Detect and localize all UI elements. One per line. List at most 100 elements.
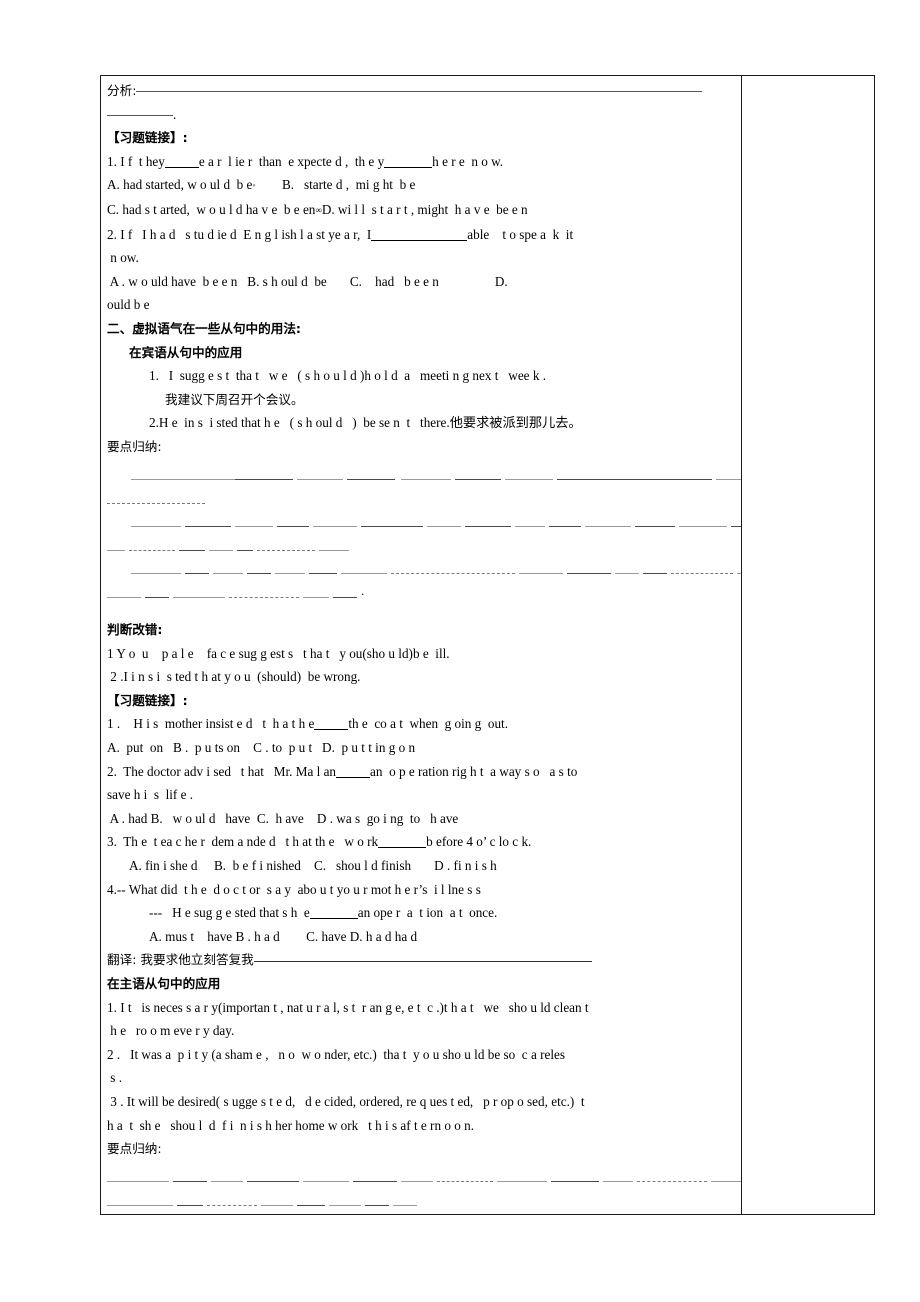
answer-rule-segment: [131, 479, 183, 481]
qb4-options-text[interactable]: A. mus t have B . h a d C. have D. h a d…: [149, 929, 417, 944]
section-3-example-3: 3 . It will be desired( s ugge s t e d, …: [107, 1090, 736, 1114]
qb2-options-text[interactable]: A . had B. w o ul d have C. h ave D . wa…: [110, 811, 459, 826]
answer-rule-segment: [319, 549, 349, 551]
q2-option-ab[interactable]: A . w o uld have b e e n B. s h oul d be: [110, 274, 327, 289]
analysis-period: .: [173, 106, 177, 122]
answer-rule-segment: [173, 597, 225, 599]
q1-stem-part-a: 1. I f t hey: [107, 153, 165, 169]
qb1-stem-part-a: 1 . H i s mother insist e d t h a t h e: [107, 716, 315, 732]
answer-rule-segment: [557, 479, 712, 481]
section-2-subheading: 在宾语从句中的应用: [107, 341, 736, 365]
section-2-summary-label: 要点归纳:: [107, 435, 736, 459]
q1-option-b[interactable]: B. starte d , mi g ht b e: [282, 177, 415, 192]
answer-rule-segment: [391, 573, 515, 575]
question-1-options-row-1: A. had started, w o ul d b e◦ B. starte …: [107, 173, 736, 198]
answer-rule-row[interactable]: .: [107, 578, 736, 602]
section-2-subheading-text: 在宾语从句中的应用: [129, 344, 243, 360]
q1-stem-part-c: h e r e n o w.: [432, 153, 504, 169]
q1-option-c[interactable]: C. had s t arted, w o u l d ha v e b e e…: [107, 202, 315, 217]
answer-rule-segment: [211, 1181, 243, 1183]
answer-rule-row[interactable]: [107, 1163, 741, 1187]
question-b4-stem: 4.-- What did t h e d o c t or s a y abo…: [107, 878, 736, 902]
answer-rule-segment: [643, 573, 667, 575]
answer-rule-segment: [393, 1204, 417, 1206]
exercise-link-label-2: 【习题链接】:: [107, 692, 188, 708]
qb4-blank[interactable]: [309, 918, 358, 920]
q1-option-d[interactable]: D. wi l l s t a r t , might h a v e be e…: [322, 202, 528, 217]
answer-rule-segment: [277, 526, 309, 528]
section-2-heading-text: 二、虚拟语气在一些从句中的用法:: [107, 320, 301, 336]
qb1-blank[interactable]: [314, 729, 349, 731]
answer-rule-row[interactable]: [107, 1210, 736, 1214]
qb3-stem-part-a: 3. Th e t ea c he r dem a nde d t h at t…: [107, 834, 379, 850]
answer-ruled-area-1[interactable]: .: [107, 459, 741, 603]
answer-rule-segment: [635, 526, 675, 528]
q2-stem-part-a: 2. I f I h a d s tu d ie d E n g l ish l…: [107, 226, 372, 242]
document-page: 分析: . 【习题链接】: 1. I f t hey e a r l ie r t…: [0, 0, 920, 1302]
q2-blank-1[interactable]: [371, 239, 468, 241]
answer-rule-segment: [353, 1181, 397, 1183]
answer-rule-segment: [179, 549, 205, 551]
translate-blank-rule[interactable]: [253, 961, 592, 963]
section-2-example-2: 2.H e in s i sted that h e ( s h oul d )…: [107, 411, 736, 435]
section-3-example-1: 1. I t is neces s a r y(importan t , nat…: [107, 996, 736, 1020]
answer-rule-segment: [107, 1181, 169, 1183]
correction-line-1: 1 Y o u p a l e fa c e sug g est s t ha …: [107, 642, 736, 666]
answer-rule-segment: [497, 1181, 547, 1183]
answer-rule-segment: [711, 1181, 741, 1183]
q1-stem-part-b: e a r l ie r than e xpecte d , th e y: [198, 153, 385, 169]
answer-rule-row[interactable]: [107, 531, 736, 555]
answer-rule-row[interactable]: [107, 1186, 736, 1210]
answer-rule-segment: [107, 549, 125, 551]
answer-rule-segment: [716, 479, 741, 481]
qb1-options-text[interactable]: A. put on B . p u ts on C . to p u t D. …: [107, 740, 415, 755]
answer-rule-segment: [107, 1204, 173, 1206]
worksheet-side-column[interactable]: [742, 76, 874, 1214]
q2-option-c[interactable]: C. had b e e n: [350, 274, 439, 289]
question-2-stem-continued: n ow.: [107, 246, 736, 270]
answer-rule-segment: [275, 573, 305, 575]
analysis-line: 分析:: [107, 79, 736, 103]
answer-rule-segment: [603, 1181, 633, 1183]
answer-rule-segment: [519, 573, 563, 575]
analysis-blank-rule[interactable]: [136, 91, 703, 92]
answer-rule-row[interactable]: [107, 484, 736, 508]
question-b1-options: A. put on B . p u ts on C . to p u t D. …: [107, 736, 736, 760]
answer-rule-segment: [185, 526, 231, 528]
answer-rule-segment: [585, 526, 631, 528]
qb2-blank[interactable]: [336, 776, 371, 778]
answer-rule-row[interactable]: [107, 508, 741, 532]
q2-option-d-continuation[interactable]: ould b e: [107, 297, 150, 312]
answer-rule-segment: [551, 1181, 599, 1183]
answer-rule-segment: [567, 573, 611, 575]
answer-rule-segment: [229, 597, 299, 599]
qb3-blank[interactable]: [378, 847, 427, 849]
analysis-line-continued: .: [107, 103, 736, 127]
answer-rule-row[interactable]: [107, 461, 741, 485]
question-1-options-row-2: C. had s t arted, w o u l d ha v e b e e…: [107, 198, 736, 223]
answer-rule-segment: [347, 479, 395, 481]
section-3-example-2-text: 2 . It was a p i t y (a sham e , n o w o…: [107, 1046, 565, 1062]
answer-rule-period: .: [361, 583, 365, 599]
section-3-example-1-continuation: h e ro o m eve r y day.: [110, 1023, 235, 1039]
section-3-example-2-continuation: s .: [110, 1070, 123, 1086]
answer-rule-segment: [427, 526, 461, 528]
q1-option-a[interactable]: A. had started, w o ul d b e: [107, 177, 252, 192]
q1-blank-1[interactable]: [164, 166, 199, 168]
qb3-options-text[interactable]: A. fin i she d B. b e f i nished C. shou…: [129, 858, 497, 873]
q2-stem-continuation: n ow.: [110, 250, 139, 266]
answer-ruled-area-2[interactable]: [107, 1161, 741, 1214]
answer-rule-segment: [185, 573, 209, 575]
section-3-summary-label-text: 要点归纳:: [107, 1141, 162, 1157]
qb4-stem-part-a: 4.-- What did t h e d o c t or s a y abo…: [107, 881, 481, 897]
section-3-heading-text: 在主语从句中的应用: [107, 975, 221, 991]
answer-rule-segment: [177, 1204, 203, 1206]
q2-option-d[interactable]: D.: [495, 274, 508, 289]
analysis-blank-rule-2[interactable]: [107, 114, 173, 116]
q1-blank-2[interactable]: [384, 166, 433, 168]
translate-label: 翻译: 我要求他立刻答复我: [107, 952, 254, 968]
answer-rule-row[interactable]: [107, 555, 741, 579]
answer-rule-segment: [207, 1204, 257, 1206]
answer-rule-segment: [671, 573, 733, 575]
answer-rule-segment: [515, 526, 545, 528]
